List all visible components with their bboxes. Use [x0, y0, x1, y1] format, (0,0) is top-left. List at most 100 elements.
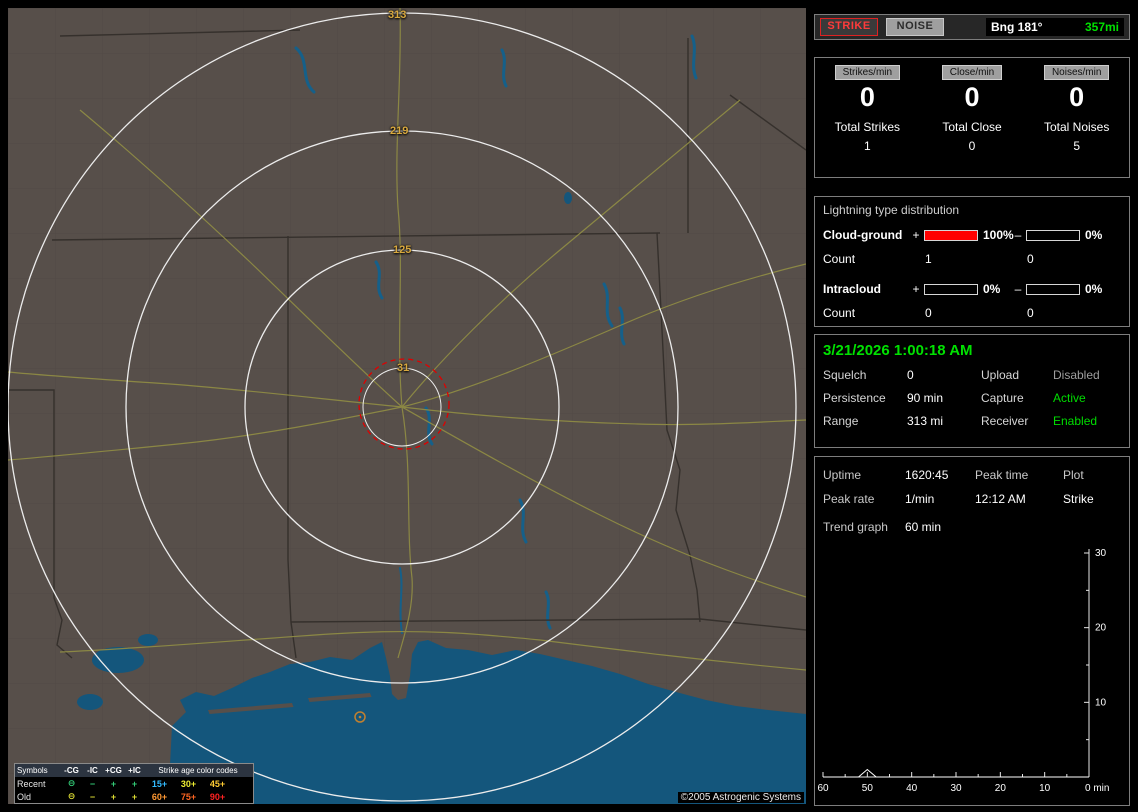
- cg-positive-bar: [924, 229, 978, 241]
- session-row: Peak rate 1/min 12:12 AM Strike: [823, 492, 1121, 506]
- lightning-map[interactable]: 313 219 125 31 Symbols -CG -IC +CG +IC S…: [8, 8, 806, 804]
- session-row: Uptime 1620:45 Peak time Plot: [823, 468, 1121, 482]
- intracloud-label: Intracloud: [823, 282, 882, 296]
- distribution-title: Lightning type distribution: [823, 203, 960, 217]
- noises-per-min-value: 0: [1069, 82, 1085, 112]
- squelch-label: Squelch: [823, 368, 867, 382]
- legend-type-header: +CG: [105, 766, 122, 775]
- trend-graph-label: Trend graph: [823, 520, 888, 534]
- datetime-display: 3/21/2026 1:00:18 AM: [823, 342, 973, 359]
- intracloud-count-row: Count 0 0: [823, 301, 1121, 325]
- legend-type-header: -CG: [64, 766, 79, 775]
- bearing-label: Bng 181°: [991, 20, 1043, 34]
- svg-text:20: 20: [1095, 623, 1107, 634]
- peak-time-label: Peak time: [975, 468, 1029, 482]
- stormvue-window: 313 219 125 31 Symbols -CG -IC +CG +IC S…: [0, 0, 1138, 812]
- range-ring-label: 313: [388, 9, 407, 21]
- age-code: 15+: [151, 778, 168, 789]
- cg-positive-percent: 100%: [983, 228, 1014, 242]
- range-ring-label: 219: [390, 125, 409, 137]
- cloud-ground-label: Cloud-ground: [823, 228, 903, 242]
- persistence-value: 90 min: [907, 391, 944, 405]
- total-noises-label: Total Noises: [1043, 120, 1110, 134]
- range-ring-label: 125: [393, 244, 412, 256]
- plus-sign: +: [912, 282, 920, 296]
- noises-per-min-button[interactable]: Noises/min: [1043, 65, 1110, 80]
- close-per-min-button[interactable]: Close/min: [941, 65, 1003, 80]
- status-row: Range 313 mi Receiver Enabled: [823, 414, 1121, 428]
- close-column: Close/min 0 Total Close 0: [920, 65, 1025, 177]
- strike-button[interactable]: STRIKE: [820, 18, 878, 36]
- range-value: 313 mi: [907, 414, 944, 428]
- range-ring-label: 31: [397, 362, 410, 374]
- age-code: 75+: [180, 791, 197, 802]
- minus-sign: –: [1014, 282, 1022, 296]
- pos-ic-icon: +: [131, 791, 138, 802]
- count-label: Count: [823, 252, 856, 266]
- peak-rate-value: 1/min: [905, 492, 935, 506]
- svg-text:40: 40: [906, 783, 918, 794]
- minus-sign: –: [1014, 228, 1022, 242]
- legend-type-header: -IC: [87, 766, 98, 775]
- persistence-label: Persistence: [823, 391, 886, 405]
- legend-recent-row: Recent ⊖ − + + 15+ 30+ 45+: [15, 777, 253, 790]
- neg-ic-icon: −: [89, 778, 96, 789]
- total-close-label: Total Close: [942, 120, 1002, 134]
- toolbar: STRIKE NOISE Bng 181° 357mi: [814, 14, 1130, 40]
- svg-text:20: 20: [995, 783, 1007, 794]
- cloud-ground-row: Cloud-ground + 100% – 0%: [823, 223, 1121, 247]
- ic-positive-count: 0: [925, 306, 932, 320]
- age-code: 90+: [209, 791, 226, 802]
- svg-text:10: 10: [1095, 697, 1107, 708]
- pos-cg-icon: +: [110, 778, 117, 789]
- uptime-value: 1620:45: [905, 468, 949, 482]
- age-code: 45+: [209, 778, 226, 789]
- legend-type-header: +IC: [128, 766, 141, 775]
- bearing-distance: 357mi: [1084, 20, 1119, 34]
- ic-negative-count: 0: [1027, 306, 1034, 320]
- ic-positive-bar: [924, 283, 978, 295]
- upload-label: Upload: [981, 368, 1020, 382]
- distribution-panel: Lightning type distribution Cloud-ground…: [814, 196, 1130, 327]
- peak-rate-label: Peak rate: [823, 492, 875, 506]
- count-label: Count: [823, 306, 856, 320]
- svg-text:50: 50: [862, 783, 874, 794]
- session-row: Trend graph 60 min: [823, 520, 1121, 534]
- svg-text:0 min: 0 min: [1085, 783, 1109, 794]
- squelch-value: 0: [907, 368, 914, 382]
- intracloud-row: Intracloud + 0% – 0%: [823, 277, 1121, 301]
- plus-sign: +: [912, 228, 920, 242]
- peak-time-value: 12:12 AM: [975, 492, 1026, 506]
- legend-row-label: Old: [17, 791, 32, 802]
- plot-value: Strike: [1063, 492, 1094, 506]
- copyright: ©2005 Astrogenic Systems: [677, 792, 804, 803]
- ic-positive-percent: 0%: [983, 282, 1001, 296]
- cg-positive-count: 1: [925, 252, 932, 266]
- noise-button[interactable]: NOISE: [886, 18, 944, 36]
- capture-label: Capture: [981, 391, 1024, 405]
- strikes-per-min-value: 0: [859, 82, 875, 112]
- status-row: Persistence 90 min Capture Active: [823, 391, 1121, 405]
- legend-symbols-header: Symbols: [17, 766, 48, 775]
- trend-graph: 60 50 40 30 20 10 0 min 30 20 10: [817, 541, 1129, 805]
- age-code: 60+: [151, 791, 168, 802]
- cg-negative-bar: [1026, 229, 1080, 241]
- rates-panel: Strikes/min 0 Total Strikes 1 Close/min …: [814, 57, 1130, 178]
- total-noises-value: 5: [1073, 139, 1081, 153]
- status-panel: 3/21/2026 1:00:18 AM Squelch 0 Upload Di…: [814, 334, 1130, 448]
- receiver-label: Receiver: [981, 414, 1029, 428]
- strikes-per-min-button[interactable]: Strikes/min: [834, 65, 901, 80]
- legend-header-row: Symbols -CG -IC +CG +IC Strike age color…: [15, 764, 253, 777]
- legend-row-label: Recent: [17, 778, 46, 789]
- legend-old-row: Old ⊖ − + + 60+ 75+ 90+: [15, 790, 253, 803]
- cloud-ground-count-row: Count 1 0: [823, 247, 1121, 271]
- cg-negative-percent: 0%: [1085, 228, 1103, 242]
- session-panel: Uptime 1620:45 Peak time Plot Peak rate …: [814, 456, 1130, 806]
- total-strikes-label: Total Strikes: [834, 120, 901, 134]
- total-strikes-value: 1: [863, 139, 871, 153]
- status-row: Squelch 0 Upload Disabled: [823, 368, 1121, 382]
- neg-ic-icon: −: [89, 791, 96, 802]
- noises-column: Noises/min 0 Total Noises 5: [1024, 65, 1129, 177]
- svg-text:30: 30: [950, 783, 962, 794]
- cg-negative-count: 0: [1027, 252, 1034, 266]
